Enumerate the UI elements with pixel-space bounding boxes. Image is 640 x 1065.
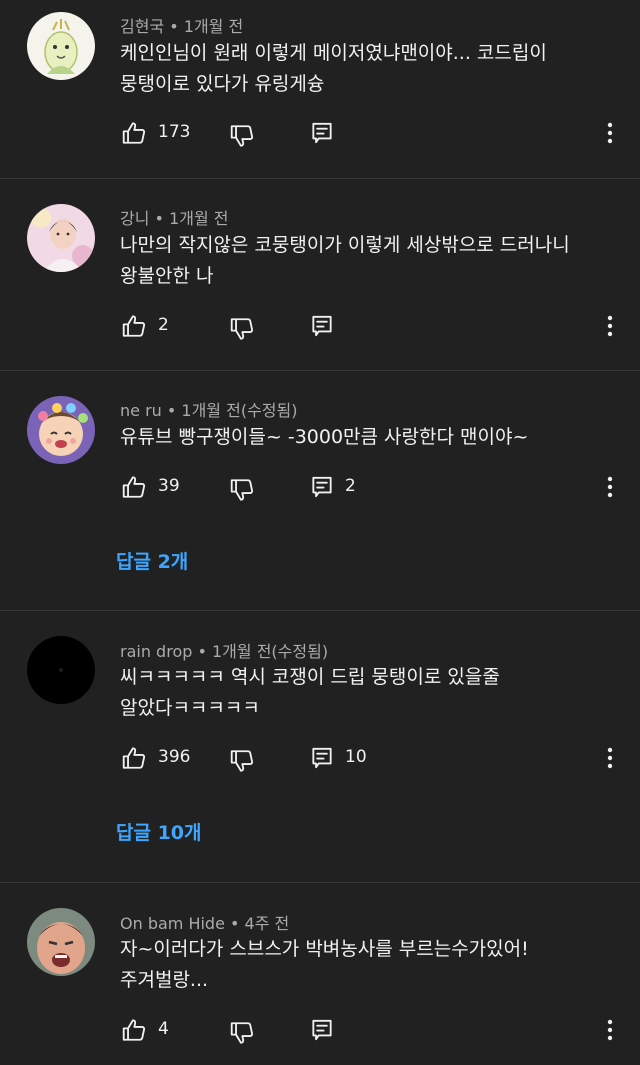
comment-actions: 39 2 xyxy=(0,474,640,504)
comment-author[interactable]: On bam Hide xyxy=(120,914,225,933)
comment-meta: On bam Hide • 4주 전 xyxy=(120,910,289,934)
meta-separator: • xyxy=(192,642,212,661)
comment-author[interactable]: rain drop xyxy=(120,642,192,661)
like-count: 173 xyxy=(158,122,191,142)
thumbs-up-icon[interactable] xyxy=(121,745,147,771)
meta-separator: • xyxy=(161,401,182,420)
more-vertical-icon[interactable] xyxy=(600,313,620,339)
thumbs-down-icon[interactable] xyxy=(229,477,255,503)
comment-time[interactable]: 1개월 전 xyxy=(169,209,228,228)
thumbs-down-icon[interactable] xyxy=(229,748,255,774)
comment-divider xyxy=(0,370,640,371)
comment-meta: 강니 • 1개월 전 xyxy=(120,205,229,229)
thumbs-down-icon[interactable] xyxy=(229,123,255,149)
comment-text: 케인인님이 원래 이렇게 메이저였냐맨이야... 코드립이 뭉탱이로 있다가 유… xyxy=(120,38,610,100)
comment-meta: rain drop • 1개월 전(수정됨) xyxy=(120,638,328,662)
comment-text: 나만의 작지않은 코뭉탱이가 이렇게 세상밖으로 드러나니 왕불안한 나 xyxy=(120,230,610,292)
like-count: 39 xyxy=(158,476,180,496)
meta-separator: • xyxy=(224,914,245,933)
reply-count: 10 xyxy=(345,747,367,767)
like-count: 396 xyxy=(158,747,191,767)
avatar[interactable] xyxy=(27,636,95,704)
like-count: 2 xyxy=(158,315,169,335)
view-replies-link[interactable]: 답글 10개 xyxy=(116,818,202,845)
comment-text: 씨ㅋㅋㅋㅋㅋ 역시 코쟁이 드립 뭉탱이로 있을줄 알았다ㅋㅋㅋㅋㅋ xyxy=(120,662,610,724)
thumbs-down-icon[interactable] xyxy=(229,316,255,342)
comment-divider xyxy=(0,178,640,179)
meta-separator: • xyxy=(164,17,184,36)
view-replies-link[interactable]: 답글 2개 xyxy=(116,547,188,574)
comment-author[interactable]: 강니 xyxy=(120,209,149,228)
more-vertical-icon[interactable] xyxy=(600,1017,620,1043)
comment-line: 자~이러다가 스브스가 박벼농사를 부르는수가있어! xyxy=(120,938,529,960)
avatar[interactable] xyxy=(27,908,95,976)
comment-author[interactable]: ne ru xyxy=(120,401,162,420)
comment-text: 유튜브 빵구쟁이들~ -3000만큼 사랑한다 맨이야~ xyxy=(120,422,610,453)
comment-line: 나만의 작지않은 코뭉탱이가 이렇게 세상밖으로 드러나니 xyxy=(120,234,570,256)
comment-line: 유튜브 빵구쟁이들~ -3000만큼 사랑한다 맨이야~ xyxy=(120,426,529,448)
comment-line: 씨ㅋㅋㅋㅋㅋ 역시 코쟁이 드립 뭉탱이로 있을줄 xyxy=(120,666,500,688)
comment-time[interactable]: 1개월 전 xyxy=(184,17,243,36)
avatar[interactable] xyxy=(27,12,95,80)
comment-divider xyxy=(0,610,640,611)
meta-separator: • xyxy=(149,209,170,228)
more-vertical-icon[interactable] xyxy=(600,120,620,146)
comment-actions: 396 10 xyxy=(0,745,640,775)
comment-line: 왕불안한 나 xyxy=(120,265,214,287)
reply-icon[interactable] xyxy=(309,313,335,339)
reply-icon[interactable] xyxy=(309,474,335,500)
comment-time[interactable]: 4주 전 xyxy=(245,914,290,933)
comment-divider xyxy=(0,882,640,883)
thumbs-up-icon[interactable] xyxy=(121,120,147,146)
comment-time[interactable]: 1개월 전(수정됨) xyxy=(212,642,328,661)
comment-line: 알았다ㅋㅋㅋㅋㅋ xyxy=(120,697,260,719)
comment-time[interactable]: 1개월 전(수정됨) xyxy=(181,401,297,420)
comment-line: 뭉탱이로 있다가 유링게슝 xyxy=(120,73,325,95)
avatar[interactable] xyxy=(27,204,95,272)
comment-line: 주겨벌랑... xyxy=(120,969,209,991)
thumbs-down-icon[interactable] xyxy=(229,1020,255,1046)
avatar[interactable] xyxy=(27,396,95,464)
comment-author[interactable]: 김현국 xyxy=(120,17,164,36)
comment-text: 자~이러다가 스브스가 박벼농사를 부르는수가있어! 주겨벌랑... xyxy=(120,934,610,996)
thumbs-up-icon[interactable] xyxy=(121,313,147,339)
comment-actions: 4 xyxy=(0,1017,640,1047)
thumbs-up-icon[interactable] xyxy=(121,474,147,500)
comment-actions: 2 xyxy=(0,313,640,343)
reply-icon[interactable] xyxy=(309,1017,335,1043)
comment-line: 케인인님이 원래 이렇게 메이저였냐맨이야... 코드립이 xyxy=(120,42,547,64)
reply-count: 2 xyxy=(345,476,356,496)
thumbs-up-icon[interactable] xyxy=(121,1017,147,1043)
reply-icon[interactable] xyxy=(309,745,335,771)
more-vertical-icon[interactable] xyxy=(600,474,620,500)
reply-icon[interactable] xyxy=(309,120,335,146)
more-vertical-icon[interactable] xyxy=(600,745,620,771)
comment-meta: ne ru • 1개월 전(수정됨) xyxy=(120,397,297,421)
comment-actions: 173 xyxy=(0,120,640,150)
comment-meta: 김현국 • 1개월 전 xyxy=(120,13,243,37)
like-count: 4 xyxy=(158,1019,169,1039)
